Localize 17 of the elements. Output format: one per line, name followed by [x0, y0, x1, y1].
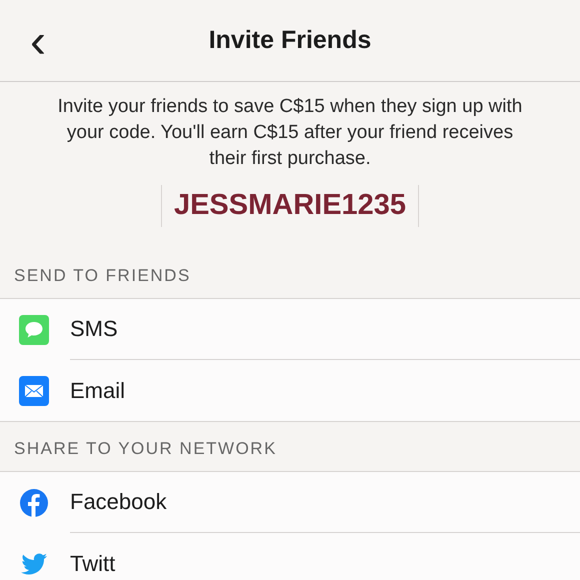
section-header: SEND TO FRIENDS	[14, 264, 191, 286]
option-label: SMS	[70, 318, 118, 340]
share-option[interactable]: Twitt	[0, 533, 580, 580]
invite-description: Invite your friends to save C$15 when they sign up with your code. You'll earn C$15 after your friend receives their first purchase.	[56, 95, 524, 171]
option-label: Twitt	[70, 552, 116, 574]
option-label: Facebook	[70, 491, 167, 513]
share-option[interactable]: Facebook	[0, 472, 580, 533]
envelope-icon	[19, 376, 49, 406]
share-option[interactable]: Email	[0, 360, 580, 421]
option-label: Email	[70, 380, 126, 402]
chat-bubble-icon	[19, 314, 49, 344]
share-option[interactable]: SMS	[0, 299, 580, 360]
referral-code[interactable]: JESSMARIE1235	[160, 185, 420, 227]
back-button[interactable]: ‹	[30, 18, 46, 66]
page-title: Invite Friends	[208, 24, 372, 56]
facebook-icon	[19, 488, 49, 518]
section-header: SHARE TO YOUR NETWORK	[14, 438, 277, 460]
